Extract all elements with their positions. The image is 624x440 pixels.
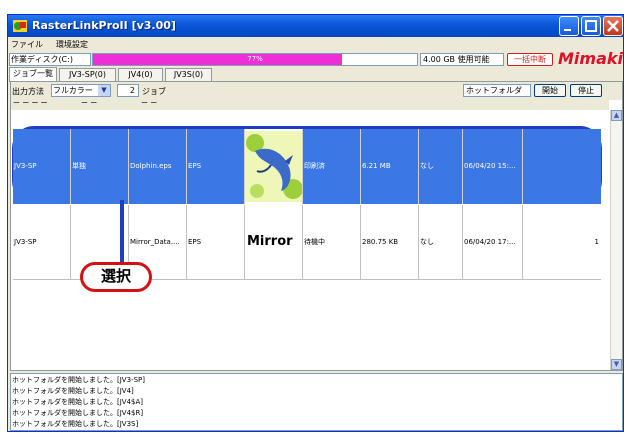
output-method-select[interactable]: フルカラー ▼ [51, 84, 111, 97]
close-icon [607, 20, 619, 32]
job-list-panel: 出力方法 フルカラー ▼ 2 ジョブ ホットフォルダ 開始 停止 ー ー ー ー… [10, 81, 623, 371]
cancel-all-button[interactable]: 一括中断 [507, 53, 553, 66]
cell-status: 待機中 [303, 205, 361, 280]
cell-mode: 単独 [71, 129, 129, 204]
tab-jv3-sp[interactable]: JV3-SP(0) [59, 68, 116, 81]
maximize-icon [585, 20, 597, 32]
job-count-label: ジョブ [142, 87, 166, 96]
window-title: RasterLinkProII [v3.00] [32, 19, 176, 32]
cell-status: 印刷済 [303, 129, 361, 204]
tab-jv3s[interactable]: JV3S(0) [165, 68, 212, 81]
cell-format: EPS [187, 129, 245, 204]
log-line: ホットフォルダを開始しました。[JV4] [12, 387, 134, 395]
cell-thumbnail: Mirror [245, 205, 303, 280]
menubar: ファイル 環境設定 [8, 37, 623, 51]
menu-file[interactable]: ファイル [11, 39, 43, 50]
minimize-button[interactable] [559, 16, 579, 36]
job-count: 2 [117, 84, 139, 97]
tab-job-list[interactable]: ジョブ一覧 [9, 67, 57, 82]
hotfolder-start-button[interactable]: 開始 [534, 84, 566, 97]
close-button[interactable] [603, 16, 623, 36]
cell-size: 280.75 KB [361, 205, 419, 280]
header-file[interactable]: ー ー [141, 100, 191, 110]
cell-date: 06/04/20 17:... [463, 205, 523, 280]
disk-usage-bar: 77% [92, 53, 418, 66]
log-area[interactable]: ホットフォルダを開始しました。[JV3-SP] ホットフォルダを開始しました。[… [10, 373, 623, 431]
cell-file: Dolphin.eps [129, 129, 187, 204]
log-line: ホットフォルダを開始しました。[JV3-SP] [12, 376, 145, 384]
hotfolder-stop-button[interactable]: 停止 [570, 84, 602, 97]
app-window: RasterLinkProII [v3.00] ファイル 環境設定 作業ディスク… [7, 14, 624, 432]
app-icon [13, 20, 27, 32]
cell-date: 06/04/20 15:... [463, 129, 523, 204]
selection-callout: 選択 [80, 262, 152, 292]
column-headers: ー ー ー ー ー ー ー ー [11, 100, 609, 110]
tab-bar: ジョブ一覧 JV3-SP(0) JV4(0) JV3S(0) [8, 67, 623, 82]
hotfolder-label: ホットフォルダ [463, 84, 531, 97]
output-method-label: 出力方法 [12, 87, 44, 96]
maximize-button[interactable] [581, 16, 601, 36]
cell-printer: JV3-SP [13, 205, 71, 280]
scroll-up-icon[interactable]: ▲ [611, 110, 622, 121]
log-line: ホットフォルダを開始しました。[JV4$R] [12, 409, 144, 417]
tab-jv4[interactable]: JV4(0) [118, 68, 163, 81]
cell-option: なし [419, 129, 463, 204]
dolphin-thumbnail-icon [245, 131, 302, 202]
cell-copies [523, 129, 601, 204]
chevron-down-icon[interactable]: ▼ [98, 85, 110, 96]
scroll-down-icon[interactable]: ▼ [611, 359, 622, 370]
cell-size: 6.21 MB [361, 129, 419, 204]
titlebar[interactable]: RasterLinkProII [v3.00] [8, 15, 623, 37]
left-margin [0, 0, 7, 440]
cell-copies: 1 [594, 238, 599, 246]
log-line: ホットフォルダを開始しました。[JV4$A] [12, 398, 144, 406]
table-row[interactable]: JV3-SP 単独 Dolphin.eps EPS 印刷済 6.21 MB なし… [13, 129, 601, 204]
cell-thumbnail [245, 129, 303, 204]
log-line: ホットフォルダを開始しました。[JV3S] [12, 420, 139, 428]
disk-usage-percent: 77% [247, 55, 263, 63]
minimize-icon [564, 29, 571, 31]
vertical-scrollbar[interactable]: ▲ ▼ [610, 110, 622, 370]
job-toolbar: 出力方法 フルカラー ▼ 2 ジョブ ホットフォルダ 開始 停止 [11, 82, 622, 100]
cell-option: なし [419, 205, 463, 280]
header-printer[interactable]: ー ー ー ー [13, 100, 83, 110]
mimaki-logo: Mimaki [558, 49, 623, 68]
disk-free-space: 4.00 GB 使用可能 [420, 53, 504, 66]
header-mode[interactable]: ー ー [81, 100, 131, 110]
cell-format: EPS [187, 205, 245, 280]
menu-settings[interactable]: 環境設定 [56, 39, 88, 50]
output-method-value: フルカラー [53, 86, 93, 95]
disk-status-row: 作業ディスク(C:) 77% 4.00 GB 使用可能 一括中断 Mimaki [8, 49, 623, 68]
cell-printer: JV3-SP [13, 129, 71, 204]
mirror-thumbnail: Mirror [247, 234, 293, 249]
callout-pointer [120, 200, 124, 265]
work-disk-label: 作業ディスク(C:) [9, 53, 91, 66]
